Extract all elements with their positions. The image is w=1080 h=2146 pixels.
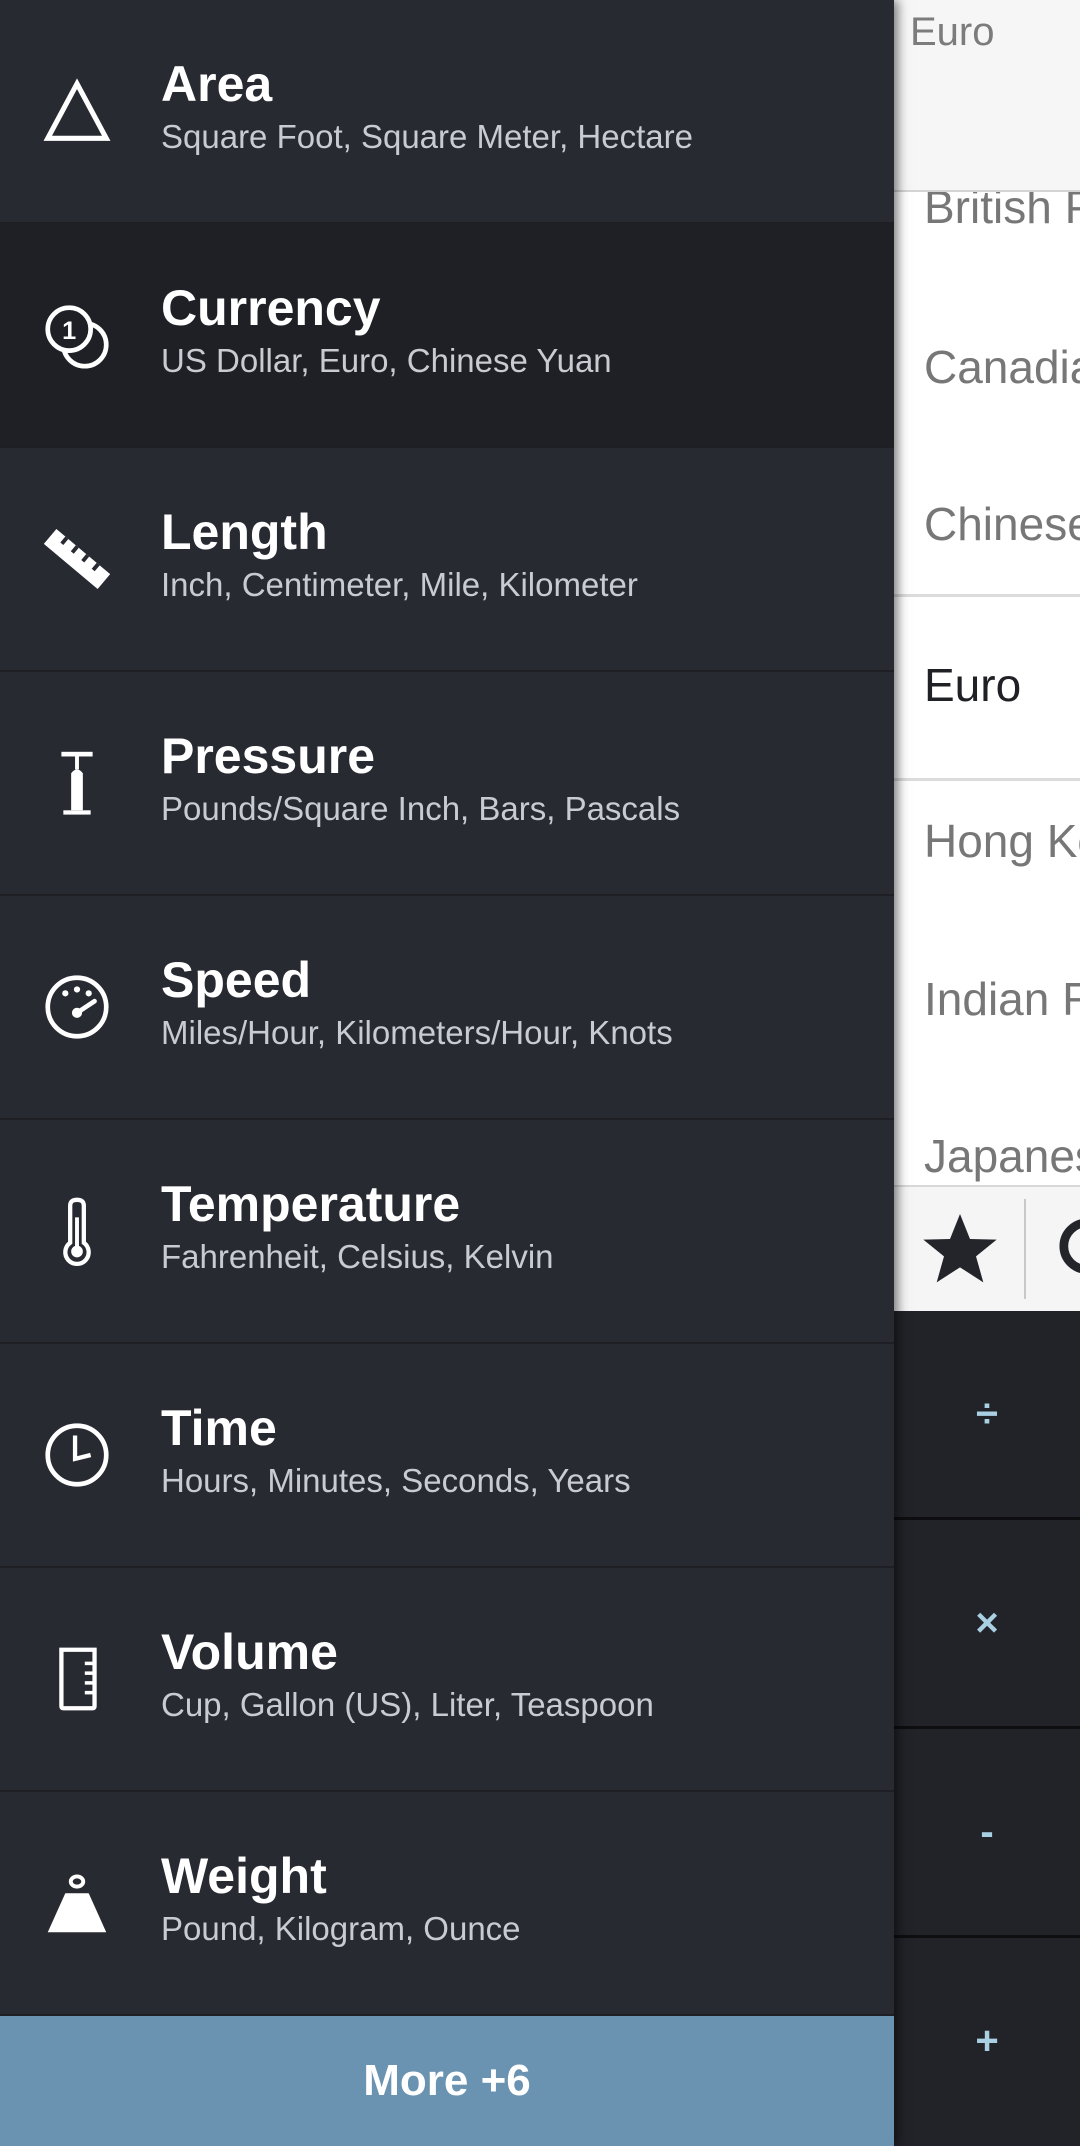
currency-item-chinese-yuan[interactable]: Chinese <box>924 497 1080 551</box>
add-button[interactable]: + <box>894 1938 1080 2144</box>
thermometer-icon <box>63 1197 91 1266</box>
category-item-currency[interactable]: 1 Currency US Dollar, Euro, Chinese Yuan <box>0 224 894 448</box>
search-icon[interactable] <box>1058 1217 1080 1287</box>
category-title: Pressure <box>161 728 376 784</box>
currency-item-british-pound[interactable]: British P <box>924 192 1080 234</box>
category-title: Length <box>161 504 328 560</box>
currency-item-hong-kong-dollar[interactable]: Hong Ko <box>924 814 1080 868</box>
category-title: Time <box>161 1400 277 1456</box>
category-subtitle: Cup, Gallon (US), Liter, Teaspoon <box>161 1686 654 1723</box>
operator-keypad: ÷ × - + <box>894 1311 1080 2146</box>
more-categories-button[interactable]: More +6 <box>0 2016 894 2146</box>
category-item-pressure[interactable]: Pressure Pounds/Square Inch, Bars, Pasca… <box>0 672 894 896</box>
category-subtitle: Miles/Hour, Kilometers/Hour, Knots <box>161 1014 673 1051</box>
star-icon[interactable] <box>920 1209 1000 1289</box>
category-item-area[interactable]: Area Square Foot, Square Meter, Hectare <box>0 0 894 224</box>
category-subtitle: Hours, Minutes, Seconds, Years <box>161 1462 631 1499</box>
currency-item-euro-selected[interactable]: Euro <box>924 658 1021 712</box>
category-subtitle: Inch, Centimeter, Mile, Kilometer <box>161 566 638 603</box>
category-subtitle: Pounds/Square Inch, Bars, Pascals <box>161 790 681 827</box>
category-subtitle: Fahrenheit, Celsius, Kelvin <box>161 1238 554 1275</box>
svg-text:1: 1 <box>62 317 76 345</box>
category-item-time[interactable]: Time Hours, Minutes, Seconds, Years <box>0 1344 894 1568</box>
selection-divider-bottom <box>894 778 1080 781</box>
coins-icon: 1 <box>45 305 109 369</box>
category-item-weight[interactable]: Weight Pound, Kilogram, Ounce <box>0 1792 894 2016</box>
toolbar-separator <box>1024 1199 1026 1299</box>
category-title: Currency <box>161 280 381 336</box>
pump-icon <box>61 751 93 815</box>
category-subtitle: Square Foot, Square Meter, Hectare <box>161 118 693 155</box>
category-subtitle: US Dollar, Euro, Chinese Yuan <box>161 342 612 379</box>
category-title: Temperature <box>161 1176 461 1232</box>
category-title: Weight <box>161 1848 327 1904</box>
category-item-length[interactable]: Length Inch, Centimeter, Mile, Kilometer <box>0 448 894 672</box>
multiply-button[interactable]: × <box>894 1520 1080 1729</box>
category-drawer: Area Square Foot, Square Meter, Hectare … <box>0 0 894 2146</box>
category-item-temperature[interactable]: Temperature Fahrenheit, Celsius, Kelvin <box>0 1120 894 1344</box>
currency-list[interactable]: British P Canadia Chinese Euro Hong Ko I… <box>894 192 1080 1185</box>
category-item-speed[interactable]: Speed Miles/Hour, Kilometers/Hour, Knots <box>0 896 894 1120</box>
weight-icon <box>47 1874 107 1933</box>
category-title: Area <box>161 56 273 112</box>
selected-currency-label: Euro <box>910 10 995 54</box>
selected-currency-header[interactable]: Euro <box>894 0 1080 192</box>
category-subtitle: Pound, Kilogram, Ounce <box>161 1910 521 1947</box>
currency-picker-panel: Euro British P Canadia Chinese Euro Hong… <box>894 0 1080 2146</box>
speedometer-icon <box>45 975 109 1039</box>
category-title: Volume <box>161 1624 338 1680</box>
category-title: Speed <box>161 952 312 1008</box>
ruler-icon <box>43 528 111 590</box>
category-item-volume[interactable]: Volume Cup, Gallon (US), Liter, Teaspoon <box>0 1568 894 1792</box>
currency-item-canadian-dollar[interactable]: Canadia <box>924 340 1080 394</box>
currency-item-japanese-yen[interactable]: Japanes <box>924 1129 1080 1183</box>
subtract-button[interactable]: - <box>894 1729 1080 1938</box>
triangle-icon <box>43 78 111 141</box>
clock-icon <box>45 1423 109 1487</box>
beaker-icon <box>59 1647 97 1711</box>
divide-button[interactable]: ÷ <box>894 1311 1080 1520</box>
picker-toolbar <box>894 1185 1080 1313</box>
currency-item-indian-rupee[interactable]: Indian R <box>924 972 1080 1026</box>
selection-divider-top <box>894 594 1080 597</box>
